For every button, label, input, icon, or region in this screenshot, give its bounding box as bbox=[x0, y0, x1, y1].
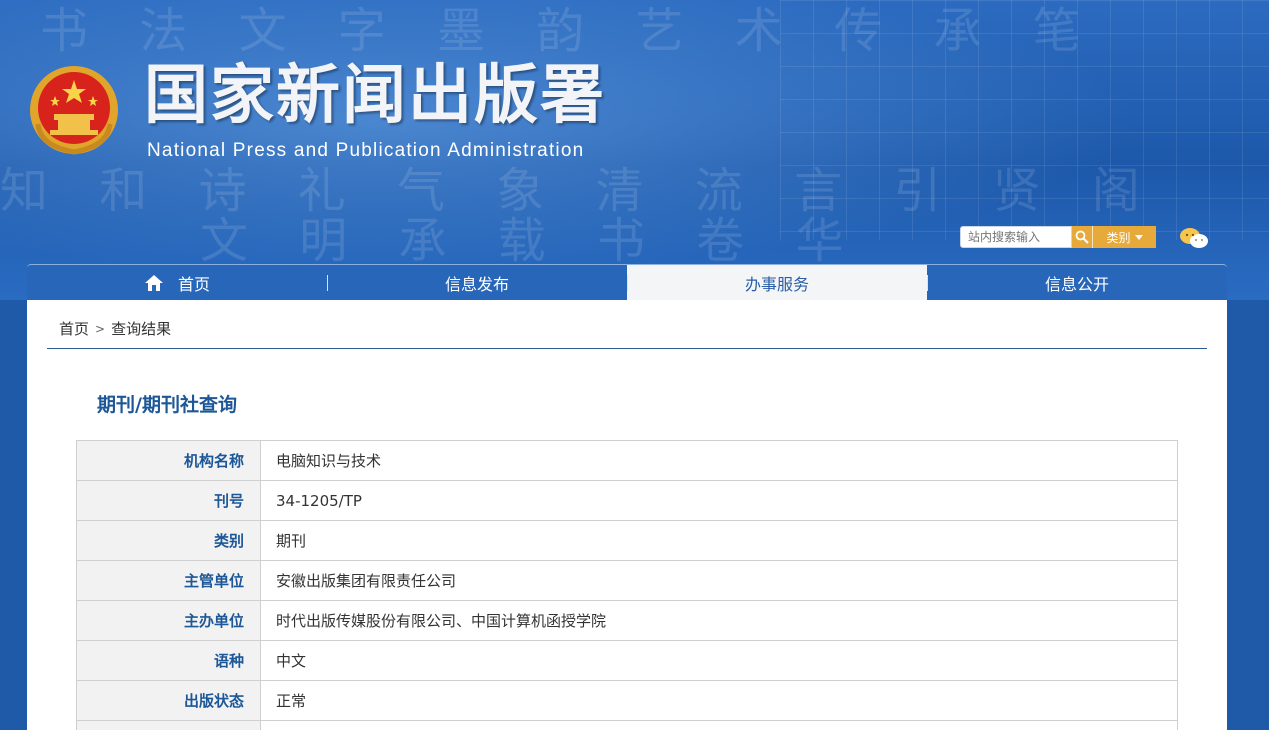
search-icon bbox=[1075, 230, 1089, 244]
nav-label: 办事服务 bbox=[744, 274, 809, 294]
field-value bbox=[260, 720, 1178, 730]
breadcrumb-current: 查询结果 bbox=[111, 320, 172, 338]
site-title-en: National Press and Publication Administr… bbox=[147, 140, 585, 161]
field-value: 期刊 bbox=[260, 520, 1178, 561]
main-nav: 首页 信息发布 办事服务 信息公开 bbox=[27, 264, 1227, 300]
table-row bbox=[76, 720, 1178, 730]
site-title-cn: 国家新闻出版署 bbox=[144, 58, 606, 133]
field-label: 刊号 bbox=[76, 480, 261, 521]
home-icon bbox=[144, 274, 163, 291]
nav-item-home[interactable]: 首页 bbox=[27, 265, 327, 300]
caret-down-icon bbox=[1134, 234, 1143, 240]
field-value: 34-1205/TP bbox=[260, 480, 1178, 521]
breadcrumb-separator: > bbox=[95, 321, 106, 336]
search-input[interactable] bbox=[960, 226, 1072, 248]
search-button[interactable] bbox=[1072, 226, 1092, 248]
nav-item-services[interactable]: 办事服务 bbox=[627, 265, 927, 300]
field-value: 安徽出版集团有限责任公司 bbox=[260, 560, 1178, 601]
main-content: 首页 > 查询结果 期刊/期刊社查询 机构名称 电脑知识与技术 刊号 34-12… bbox=[27, 300, 1227, 730]
seal-tiles-background bbox=[780, 0, 1269, 240]
table-row: 主办单位 时代出版传媒股份有限公司、中国计算机函授学院 bbox=[76, 600, 1178, 641]
category-label: 类别 bbox=[1106, 230, 1131, 245]
table-row: 语种 中文 bbox=[76, 640, 1178, 681]
field-value: 正常 bbox=[260, 680, 1178, 721]
nav-label: 首页 bbox=[177, 274, 210, 294]
divider bbox=[47, 348, 1207, 349]
calligraphy-background: 文 明 承 载 书 卷 华 bbox=[200, 213, 862, 269]
table-row: 机构名称 电脑知识与技术 bbox=[76, 440, 1178, 481]
field-value: 时代出版传媒股份有限公司、中国计算机函授学院 bbox=[260, 600, 1178, 641]
national-emblem-icon bbox=[30, 66, 118, 155]
nav-item-info-disclosure[interactable]: 信息公开 bbox=[927, 265, 1227, 300]
nav-label: 信息公开 bbox=[1044, 274, 1109, 294]
table-row: 主管单位 安徽出版集团有限责任公司 bbox=[76, 560, 1178, 601]
table-row: 刊号 34-1205/TP bbox=[76, 480, 1178, 521]
nav-item-info-release[interactable]: 信息发布 bbox=[327, 265, 627, 300]
table-row: 类别 期刊 bbox=[76, 520, 1178, 561]
field-label: 机构名称 bbox=[76, 440, 261, 481]
category-dropdown[interactable]: 类别 bbox=[1092, 226, 1156, 248]
field-label: 出版状态 bbox=[76, 680, 261, 721]
breadcrumb-home-link[interactable]: 首页 bbox=[59, 318, 89, 339]
site-search: 类别 bbox=[960, 226, 1156, 248]
wechat-icon[interactable] bbox=[1178, 226, 1210, 250]
breadcrumb: 首页 > 查询结果 bbox=[59, 318, 171, 339]
page-title: 期刊/期刊社查询 bbox=[97, 394, 237, 416]
site-header: 书 法 文 字 墨 韵 艺 术 传 承 笔 知 和 诗 礼 气 象 清 流 言 … bbox=[0, 0, 1269, 300]
field-label: 主管单位 bbox=[76, 560, 261, 601]
detail-table: 机构名称 电脑知识与技术 刊号 34-1205/TP 类别 期刊 主管单位 安徽… bbox=[76, 440, 1178, 730]
field-value: 中文 bbox=[260, 640, 1178, 681]
nav-label: 信息发布 bbox=[444, 274, 509, 294]
field-label: 主办单位 bbox=[76, 600, 261, 641]
field-label: 类别 bbox=[76, 520, 261, 561]
field-label bbox=[76, 720, 261, 730]
field-label: 语种 bbox=[76, 640, 261, 681]
field-value: 电脑知识与技术 bbox=[260, 440, 1178, 481]
table-row: 出版状态 正常 bbox=[76, 680, 1178, 721]
